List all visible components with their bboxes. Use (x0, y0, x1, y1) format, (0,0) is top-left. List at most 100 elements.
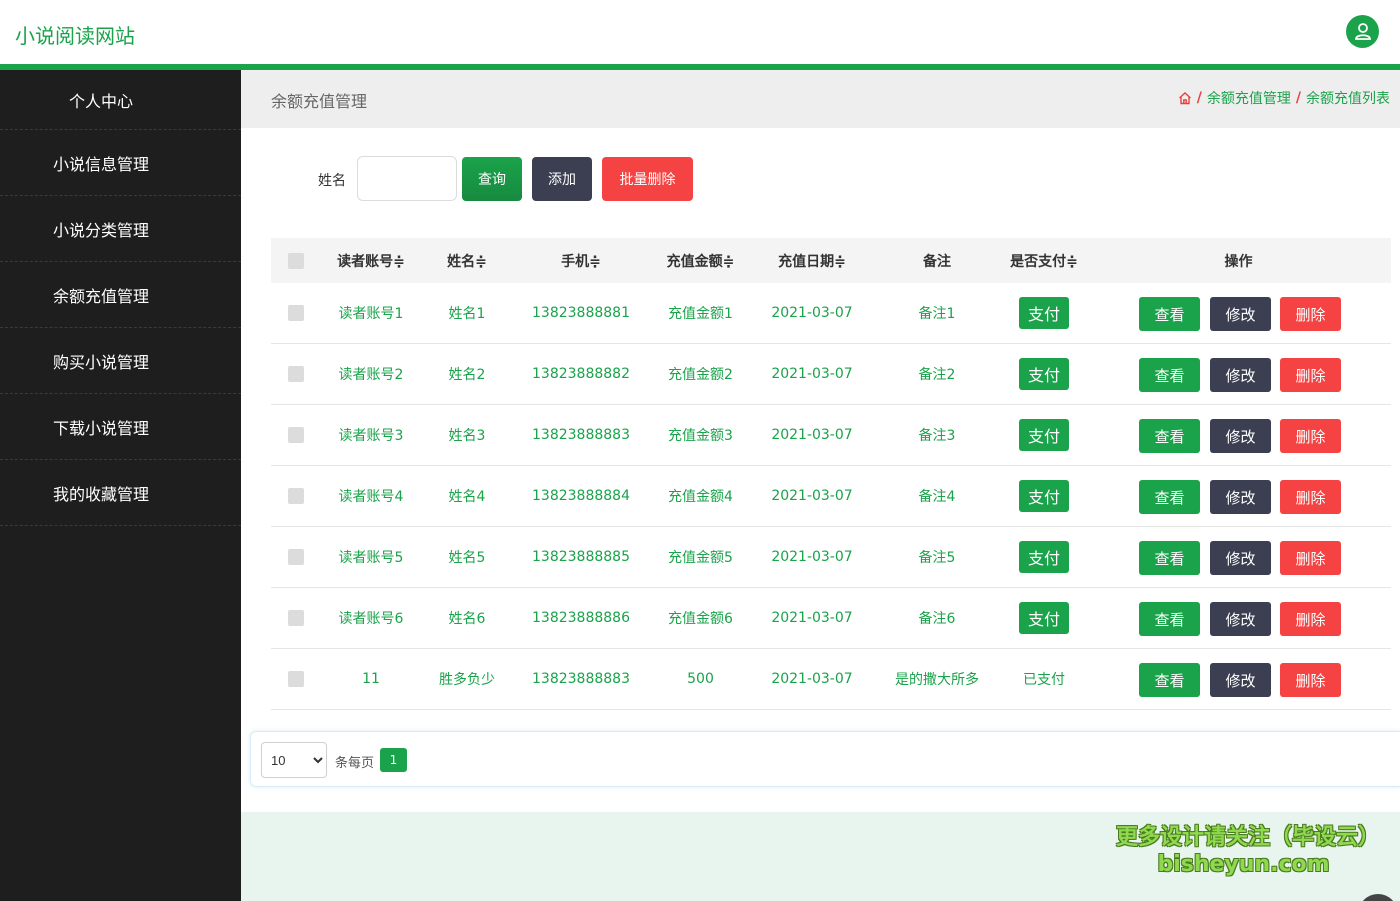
cell-date: 2021-03-07 (771, 610, 853, 626)
select-all-checkbox[interactable] (288, 252, 304, 269)
batch-delete-button[interactable]: 批量删除 (602, 157, 693, 201)
cell-phone: 13823888882 (532, 366, 630, 382)
cell-date: 2021-03-07 (771, 671, 853, 687)
sidebar-item-recharge[interactable]: 余额充值管理 (0, 262, 241, 328)
edit-button[interactable]: 修改 (1210, 419, 1271, 453)
view-button[interactable]: 查看 (1139, 419, 1200, 453)
row-checkbox[interactable] (288, 427, 304, 443)
header-account[interactable]: 读者账号≑ (321, 238, 421, 283)
row-checkbox[interactable] (288, 610, 304, 626)
header-name[interactable]: 姓名≑ (421, 238, 513, 283)
view-button[interactable]: 查看 (1139, 480, 1200, 514)
edit-button[interactable]: 修改 (1210, 602, 1271, 636)
cell-phone: 13823888886 (532, 610, 630, 626)
pay-cell: 支付 (1002, 527, 1086, 587)
footer-band: 更多设计请关注（毕设云） bisheyun.com (241, 812, 1400, 901)
table-header: 读者账号≑ 姓名≑ 手机≑ 充值金额≑ 充值日期≑ 备注 是否支付≑ 操作 (271, 238, 1391, 283)
cell-phone: 13823888885 (532, 549, 630, 565)
delete-button[interactable]: 删除 (1280, 602, 1341, 636)
edit-button[interactable]: 修改 (1210, 663, 1271, 697)
pay-button[interactable]: 支付 (1019, 480, 1069, 512)
sidebar-item-favorites[interactable]: 我的收藏管理 (0, 460, 241, 526)
pay-cell: 支付 (1002, 344, 1086, 404)
add-button[interactable]: 添加 (532, 157, 592, 201)
cell-date: 2021-03-07 (771, 488, 853, 504)
view-button[interactable]: 查看 (1139, 541, 1200, 575)
main-content: 余额充值管理 / 余额充值管理 / 余额充值列表 姓名 查询 添加 批量删除 读… (241, 70, 1400, 901)
row-select-cell (271, 649, 321, 709)
view-button[interactable]: 查看 (1139, 358, 1200, 392)
site-title[interactable]: 小说阅读网站 (15, 20, 135, 49)
header-note: 备注 (923, 253, 951, 270)
cell-note: 备注2 (918, 367, 956, 383)
page-size-select[interactable]: 10 (261, 742, 327, 778)
header-phone[interactable]: 手机≑ (513, 238, 649, 283)
cell-phone: 13823888883 (532, 671, 630, 687)
cell-note: 备注5 (918, 550, 956, 566)
sidebar-item-download[interactable]: 下载小说管理 (0, 394, 241, 460)
page-button-current[interactable]: 1 (380, 748, 407, 772)
page-header: 余额充值管理 / 余额充值管理 / 余额充值列表 (241, 70, 1400, 128)
sidebar-item-personal-center[interactable]: 个人中心 (0, 70, 241, 130)
cell-account: 读者账号5 (338, 550, 404, 566)
sidebar-item-purchase[interactable]: 购买小说管理 (0, 328, 241, 394)
user-icon (1355, 23, 1371, 40)
name-search-input[interactable] (357, 156, 457, 201)
pay-button[interactable]: 支付 (1019, 358, 1069, 390)
delete-button[interactable]: 删除 (1280, 480, 1341, 514)
table-row: 读者账号2 姓名2 13823888882 充值金额2 2021-03-07 备注2 支付 查… (271, 344, 1391, 405)
row-checkbox[interactable] (288, 366, 304, 382)
view-button[interactable]: 查看 (1139, 663, 1200, 697)
row-checkbox[interactable] (288, 305, 304, 321)
page-title: 余额充值管理 (271, 92, 368, 111)
user-avatar[interactable] (1346, 15, 1379, 48)
pay-button[interactable]: 支付 (1019, 297, 1069, 329)
watermark: 更多设计请关注（毕设云） bisheyun.com (1116, 824, 1380, 878)
delete-button[interactable]: 删除 (1280, 541, 1341, 575)
delete-button[interactable]: 删除 (1280, 419, 1341, 453)
name-label: 姓名 (318, 173, 346, 189)
sidebar-item-novel-category[interactable]: 小说分类管理 (0, 196, 241, 262)
cell-amount: 充值金额2 (668, 367, 733, 383)
sidebar-item-novel-info[interactable]: 小说信息管理 (0, 130, 241, 196)
row-checkbox[interactable] (288, 488, 304, 504)
sidebar: 个人中心 小说信息管理 小说分类管理 余额充值管理 购买小说管理 下载小说管理 … (0, 70, 241, 901)
table-row: 读者账号1 姓名1 13823888881 充值金额1 2021-03-07 备注1 支付 查… (271, 283, 1391, 344)
cell-name: 姓名6 (448, 611, 486, 627)
paid-status: 已支付 (1023, 672, 1065, 688)
query-button[interactable]: 查询 (462, 157, 522, 201)
cell-account: 读者账号3 (338, 428, 404, 444)
edit-button[interactable]: 修改 (1210, 480, 1271, 514)
header-amount[interactable]: 充值金额≑ (649, 238, 752, 283)
view-button[interactable]: 查看 (1139, 297, 1200, 331)
cell-name: 姓名1 (448, 306, 486, 322)
row-checkbox[interactable] (288, 549, 304, 565)
header-date[interactable]: 充值日期≑ (752, 238, 872, 283)
pay-cell: 支付 (1002, 405, 1086, 465)
pay-button[interactable]: 支付 (1019, 602, 1069, 634)
edit-button[interactable]: 修改 (1210, 541, 1271, 575)
cell-account: 读者账号2 (338, 367, 404, 383)
cell-account: 读者账号6 (338, 611, 404, 627)
cell-account: 读者账号1 (338, 306, 404, 322)
delete-button[interactable]: 删除 (1280, 663, 1341, 697)
table-body: 读者账号1 姓名1 13823888881 充值金额1 2021-03-07 备注1 支付查… (271, 283, 1391, 710)
cell-amount: 500 (687, 671, 714, 687)
header-paid[interactable]: 是否支付≑ (1002, 238, 1086, 283)
cell-phone: 13823888883 (532, 427, 630, 443)
row-checkbox[interactable] (288, 671, 304, 687)
edit-button[interactable]: 修改 (1210, 297, 1271, 331)
pay-button[interactable]: 支付 (1019, 419, 1069, 451)
cell-name: 姓名2 (448, 367, 486, 383)
delete-button[interactable]: 删除 (1280, 297, 1341, 331)
edit-button[interactable]: 修改 (1210, 358, 1271, 392)
delete-button[interactable]: 删除 (1280, 358, 1341, 392)
cell-amount: 充值金额5 (668, 550, 733, 566)
pay-button[interactable]: 支付 (1019, 541, 1069, 573)
view-button[interactable]: 查看 (1139, 602, 1200, 636)
breadcrumb-item-recharge[interactable]: 余额充值管理 (1207, 88, 1291, 108)
cell-name: 胜多负少 (439, 672, 495, 688)
per-page-label: 条每页 (335, 756, 375, 771)
scroll-top-button[interactable] (1358, 894, 1398, 901)
home-icon[interactable] (1178, 91, 1192, 105)
